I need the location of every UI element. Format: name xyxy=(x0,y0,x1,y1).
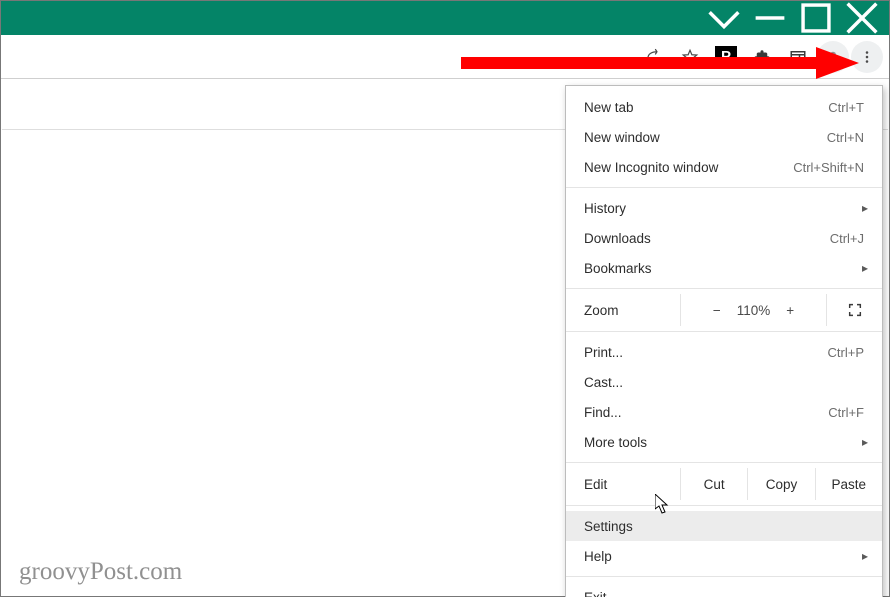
chevron-right-icon: ▸ xyxy=(862,261,868,275)
extension-p-icon[interactable]: P xyxy=(709,40,743,74)
edit-label: Edit xyxy=(584,468,680,500)
menu-zoom-row: Zoom − 110% + xyxy=(566,294,882,326)
menu-label: Downloads xyxy=(584,231,830,246)
menu-shortcut: Ctrl+N xyxy=(827,130,864,145)
chevron-right-icon: ▸ xyxy=(862,201,868,215)
menu-shortcut: Ctrl+J xyxy=(830,231,864,246)
menu-separator xyxy=(566,187,882,188)
extensions-puzzle-icon[interactable] xyxy=(745,40,779,74)
menu-settings[interactable]: Settings xyxy=(566,511,882,541)
tab-dropdown-button[interactable] xyxy=(701,1,747,35)
menu-help[interactable]: Help ▸ xyxy=(566,541,882,571)
menu-cast[interactable]: Cast... xyxy=(566,367,882,397)
edit-copy-button[interactable]: Copy xyxy=(747,468,814,500)
menu-label: Find... xyxy=(584,405,828,420)
menu-shortcut: Ctrl+Shift+N xyxy=(793,160,864,175)
reading-list-icon[interactable] xyxy=(781,40,815,74)
menu-separator xyxy=(566,576,882,577)
zoom-label: Zoom xyxy=(584,303,680,318)
close-button[interactable] xyxy=(839,1,885,35)
menu-more-tools[interactable]: More tools ▸ xyxy=(566,427,882,457)
menu-label: More tools xyxy=(584,435,864,450)
menu-separator xyxy=(566,462,882,463)
fullscreen-button[interactable] xyxy=(826,294,882,326)
favorite-star-icon[interactable] xyxy=(673,40,707,74)
window-titlebar xyxy=(1,1,889,35)
menu-bookmarks[interactable]: Bookmarks ▸ xyxy=(566,253,882,283)
menu-label: Print... xyxy=(584,345,828,360)
menu-history[interactable]: History ▸ xyxy=(566,193,882,223)
menu-shortcut: Ctrl+P xyxy=(828,345,864,360)
menu-downloads[interactable]: Downloads Ctrl+J xyxy=(566,223,882,253)
menu-shortcut: Ctrl+T xyxy=(828,100,864,115)
edit-paste-button[interactable]: Paste xyxy=(815,468,882,500)
menu-label: Settings xyxy=(584,519,864,534)
menu-shortcut: Ctrl+F xyxy=(828,405,864,420)
edit-cut-button[interactable]: Cut xyxy=(680,468,747,500)
menu-label: New Incognito window xyxy=(584,160,793,175)
menu-label: New window xyxy=(584,130,827,145)
menu-label: Bookmarks xyxy=(584,261,864,276)
browser-toolbar: P xyxy=(1,35,889,79)
menu-label: Exit xyxy=(584,590,864,597)
profile-avatar-icon[interactable] xyxy=(817,41,849,73)
watermark-text: groovyPost.com xyxy=(19,558,182,586)
menu-new-incognito[interactable]: New Incognito window Ctrl+Shift+N xyxy=(566,152,882,182)
share-icon[interactable] xyxy=(637,40,671,74)
menu-new-tab[interactable]: New tab Ctrl+T xyxy=(566,92,882,122)
menu-label: Help xyxy=(584,549,864,564)
zoom-out-button[interactable]: − xyxy=(713,303,721,318)
zoom-in-button[interactable]: + xyxy=(786,303,794,318)
menu-label: History xyxy=(584,201,864,216)
menu-label: New tab xyxy=(584,100,828,115)
chevron-right-icon: ▸ xyxy=(862,435,868,449)
menu-separator xyxy=(566,331,882,332)
chevron-right-icon: ▸ xyxy=(862,549,868,563)
menu-print[interactable]: Print... Ctrl+P xyxy=(566,337,882,367)
menu-label: Cast... xyxy=(584,375,864,390)
menu-edit-row: Edit Cut Copy Paste xyxy=(566,468,882,500)
menu-exit[interactable]: Exit xyxy=(566,582,882,597)
menu-separator xyxy=(566,505,882,506)
minimize-button[interactable] xyxy=(747,1,793,35)
maximize-button[interactable] xyxy=(793,1,839,35)
menu-find[interactable]: Find... Ctrl+F xyxy=(566,397,882,427)
menu-separator xyxy=(566,288,882,289)
menu-kebab-icon[interactable] xyxy=(851,41,883,73)
menu-new-window[interactable]: New window Ctrl+N xyxy=(566,122,882,152)
zoom-value: 110% xyxy=(737,303,771,318)
browser-main-menu: New tab Ctrl+T New window Ctrl+N New Inc… xyxy=(565,85,883,597)
